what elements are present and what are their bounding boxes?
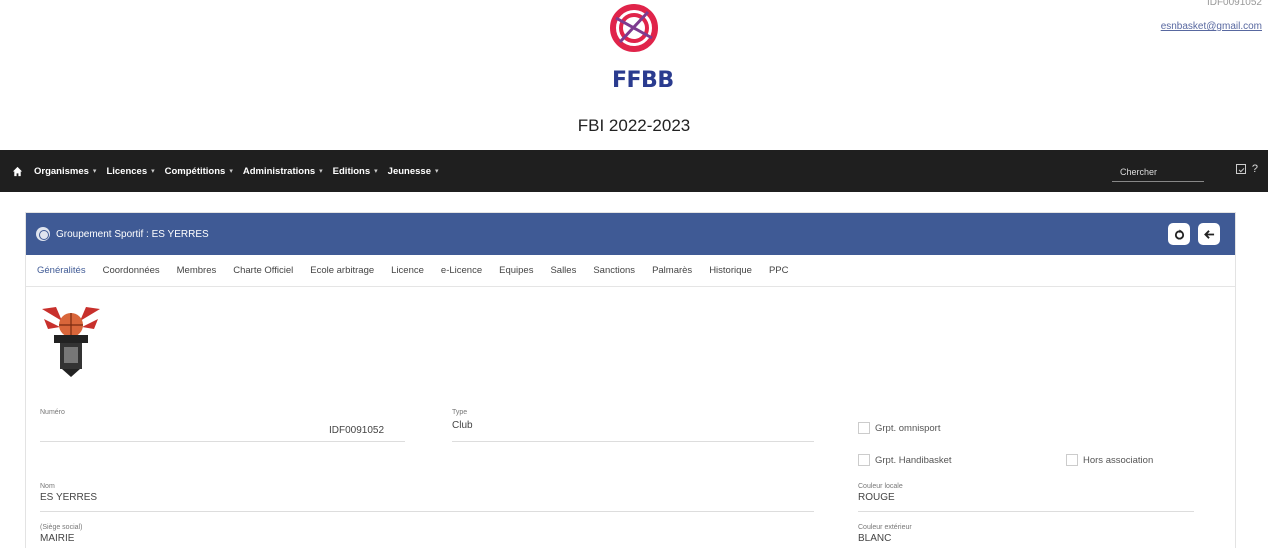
nav-licences-label: Licences (106, 165, 148, 177)
couleur-locale-underline (858, 511, 1194, 512)
chevron-down-icon: ▾ (319, 168, 323, 175)
numero-underline (40, 441, 405, 442)
type-field: Type Club (452, 409, 473, 431)
couleur-exterieur-value: BLANC (858, 533, 892, 544)
nom-underline (40, 511, 814, 512)
hors-association-checkbox[interactable]: Hors association (1066, 454, 1153, 466)
refresh-icon (1174, 228, 1184, 240)
siege-field: (Siège social) MAIRIE (40, 524, 82, 544)
nav-jeunesse-label: Jeunesse (387, 165, 431, 177)
checkbox-icon[interactable] (1235, 164, 1246, 174)
type-underline (452, 441, 814, 442)
tab-membres[interactable]: Membres (177, 265, 217, 276)
checkbox-icon[interactable] (858, 422, 870, 434)
ffbb-logo-text: FFBB (612, 68, 674, 93)
nav-organismes[interactable]: Organismes ▾ (34, 166, 96, 177)
arrow-left-icon (1203, 229, 1214, 239)
nav-jeunesse[interactable]: Jeunesse ▾ (388, 166, 439, 177)
handibasket-label: Grpt. Handibasket (875, 454, 952, 466)
couleur-locale-value: ROUGE (858, 492, 895, 503)
nav-tools: ? (1235, 163, 1258, 175)
club-code: IDF0091052 (1206, 0, 1262, 8)
main-navbar: Organismes ▾ Licences ▾ Compétitions ▾ Admi… (0, 150, 1268, 192)
omnisport-label: Grpt. omnisport (875, 422, 941, 434)
handibasket-checkbox[interactable]: Grpt. Handibasket (858, 454, 952, 466)
hors-association-label: Hors association (1083, 454, 1154, 466)
omnisport-checkbox[interactable]: Grpt. omnisport (858, 422, 940, 434)
nav-administrations-label: Administrations (242, 165, 316, 177)
chevron-down-icon: ▾ (92, 168, 97, 175)
club-card: Groupement Sportif : ES YERRES Généralit… (25, 212, 1236, 548)
nom-field: Nom ES YERRES (40, 483, 97, 503)
chevron-down-icon: ▾ (229, 168, 233, 175)
tab-generalites[interactable]: Généralités (37, 265, 86, 276)
nav-organismes-label: Organismes (34, 165, 89, 177)
page: IDF0091052 esnbasket@gmail.com FFBB FBI … (0, 0, 1268, 548)
help-icon[interactable]: ? (1252, 163, 1258, 175)
nom-value: ES YERRES (40, 492, 98, 503)
checkbox-icon[interactable] (1066, 454, 1078, 466)
siege-value: MAIRIE (40, 533, 75, 544)
refresh-button[interactable] (1168, 223, 1190, 245)
tab-ecole-arbitrage[interactable]: Ecole arbitrage (310, 265, 374, 276)
chevron-down-icon: ▾ (151, 168, 155, 175)
chevron-down-icon: ▾ (374, 168, 378, 175)
tab-salles[interactable]: Salles (550, 265, 576, 276)
tab-palmares[interactable]: Palmarès (652, 265, 692, 276)
tab-equipes[interactable]: Equipes (499, 265, 533, 276)
tab-historique[interactable]: Historique (709, 265, 752, 276)
couleur-exterieur-label: Couleur extérieur (858, 524, 912, 531)
numero-value: IDF0091052 (329, 425, 385, 436)
tab-e-licence[interactable]: e-Licence (441, 265, 482, 276)
nav-licences[interactable]: Licences ▾ (106, 166, 154, 177)
back-button[interactable] (1198, 223, 1220, 245)
couleur-locale-label: Couleur locale (858, 483, 903, 490)
tab-coordonnees[interactable]: Coordonnées (103, 265, 160, 276)
user-info: IDF0091052 esnbasket@gmail.com (1161, 0, 1262, 32)
tab-licence[interactable]: Licence (391, 265, 424, 276)
search-input[interactable]: Chercher (1112, 162, 1204, 182)
chevron-down-icon: ▾ (434, 168, 439, 175)
nav-competitions-label: Compétitions (164, 165, 226, 177)
home-icon[interactable] (12, 164, 26, 178)
type-value: Club (452, 420, 473, 431)
nav-editions-label: Editions (332, 165, 371, 177)
card-title: Groupement Sportif : ES YERRES (56, 228, 209, 240)
checkbox-icon[interactable] (858, 454, 870, 466)
siege-label: (Siège social) (40, 524, 83, 531)
tab-sanctions[interactable]: Sanctions (593, 265, 635, 276)
type-label: Type (452, 409, 468, 416)
user-email-link[interactable]: esnbasket@gmail.com (1161, 21, 1262, 32)
couleur-locale-field: Couleur locale ROUGE (858, 483, 903, 503)
tab-charte-officiel[interactable]: Charte Officiel (233, 265, 293, 276)
basketball-icon (36, 227, 50, 241)
nav-administrations[interactable]: Administrations ▾ (243, 166, 323, 177)
app-title: FBI 2022-2023 (577, 116, 691, 135)
card-header: Groupement Sportif : ES YERRES (26, 213, 1235, 255)
couleur-exterieur-field: Couleur extérieur BLANC (858, 524, 912, 544)
nom-label: Nom (40, 483, 55, 490)
tab-ppc[interactable]: PPC (769, 265, 789, 276)
numero-field: Numéro (40, 409, 65, 416)
club-logo (42, 307, 100, 377)
tab-bar: Généralités Coordonnées Membres Charte O… (26, 255, 1235, 287)
numero-label: Numéro (40, 409, 65, 416)
nav-competitions[interactable]: Compétitions ▾ (165, 166, 233, 177)
nav-editions[interactable]: Editions ▾ (333, 166, 378, 177)
